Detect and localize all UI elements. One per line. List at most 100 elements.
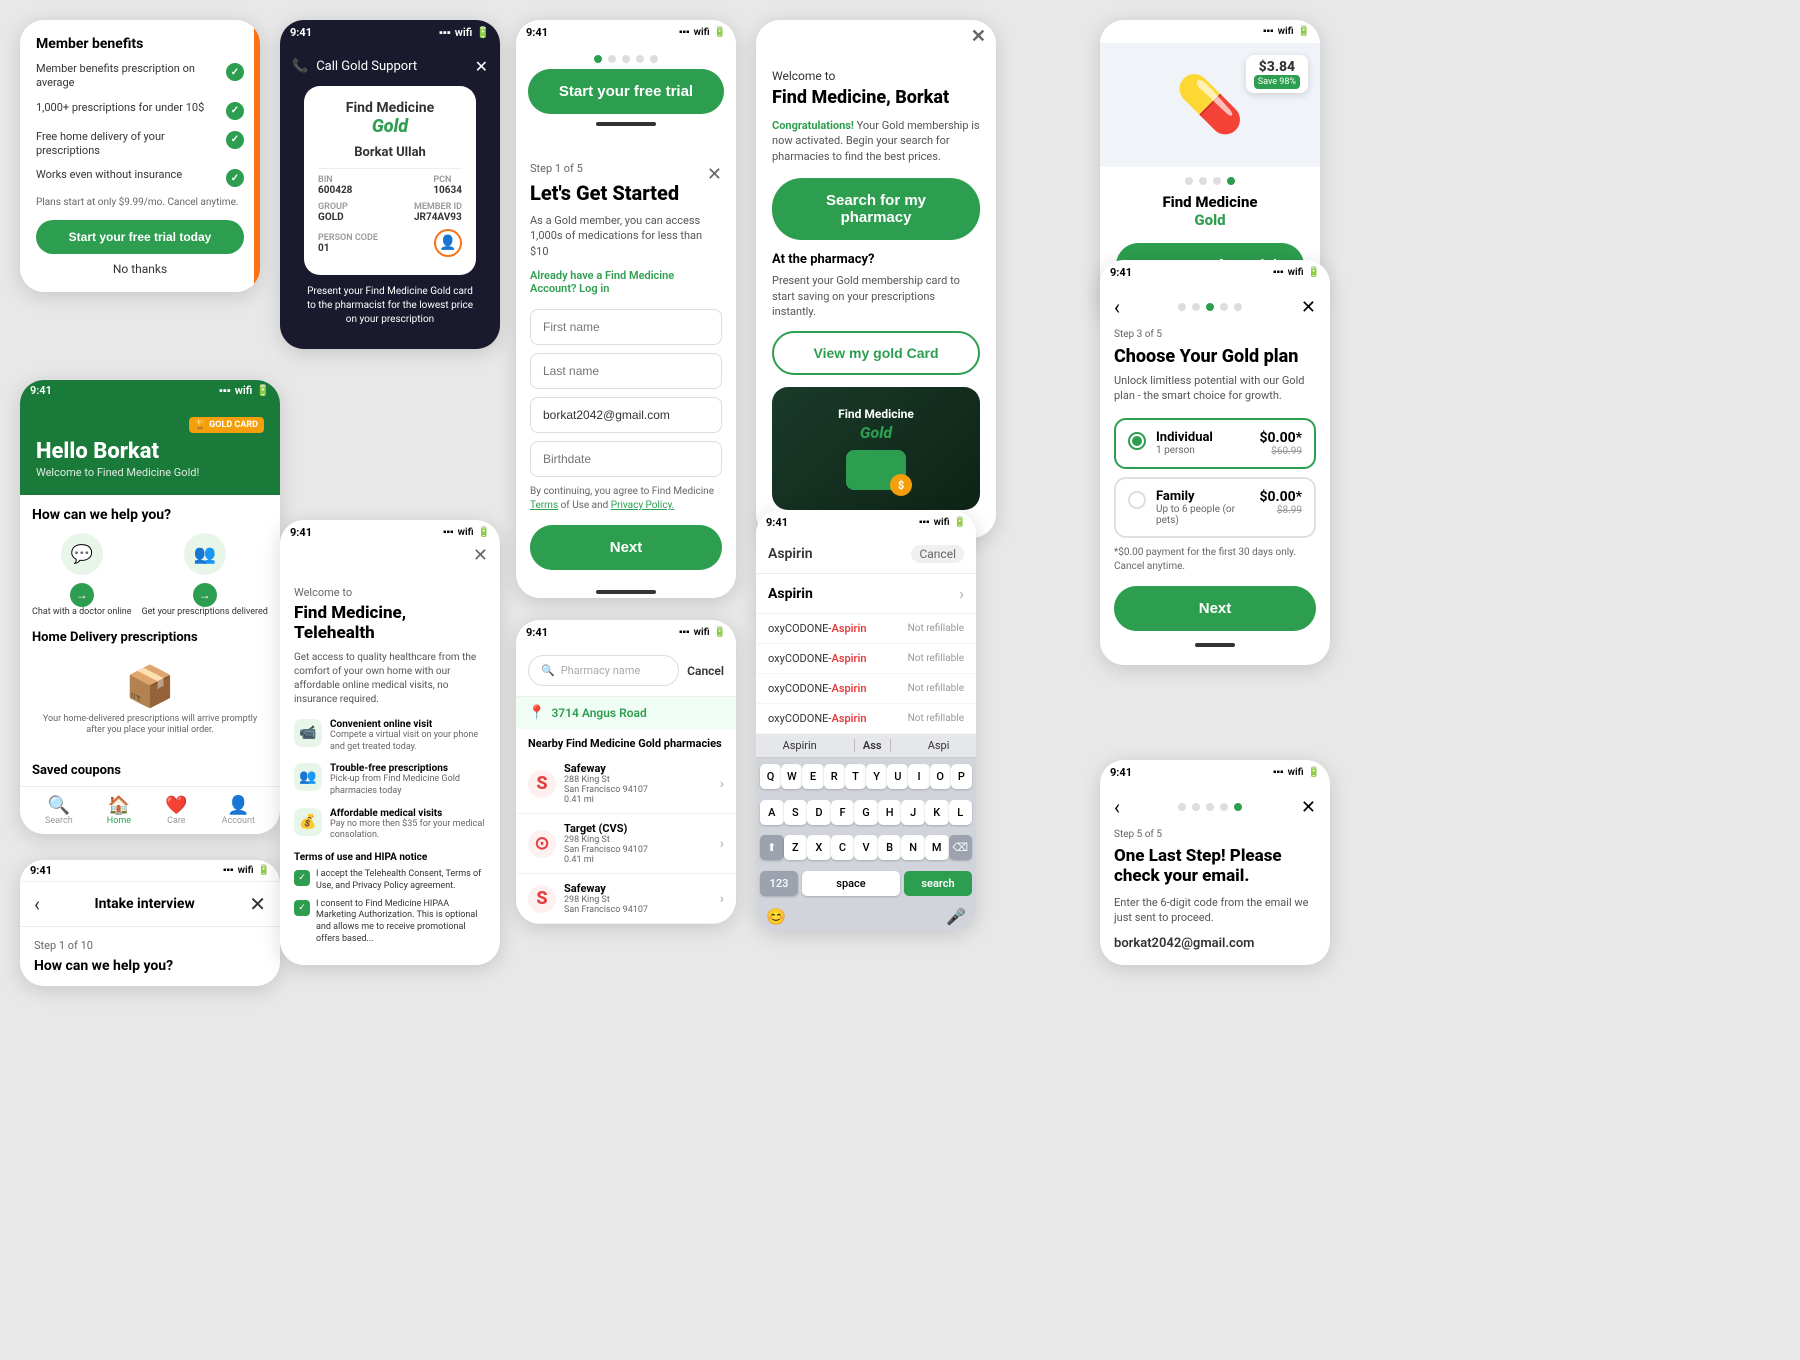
- next-button-plan[interactable]: Next: [1114, 586, 1316, 631]
- key-l[interactable]: L: [949, 800, 973, 825]
- emoji-button[interactable]: 😊: [766, 907, 786, 926]
- key-w[interactable]: W: [781, 764, 802, 789]
- ev-body: Step 5 of 5 One Last Step! Please check …: [1100, 829, 1330, 965]
- no-thanks-button[interactable]: No thanks: [36, 262, 244, 276]
- close-button-gs[interactable]: ✕: [707, 164, 722, 185]
- key-123[interactable]: 123: [760, 871, 798, 896]
- location-pin-icon: 📍: [528, 705, 545, 721]
- nav-account[interactable]: 👤 Account: [222, 795, 255, 826]
- key-g[interactable]: G: [854, 800, 878, 825]
- safeway-logo-1: S: [528, 770, 556, 798]
- last-name-input[interactable]: [530, 353, 722, 389]
- nav-home[interactable]: 🏠 Home: [107, 795, 131, 826]
- key-space[interactable]: space: [802, 871, 900, 896]
- key-i[interactable]: I: [908, 764, 929, 789]
- home-bar-top: [596, 122, 656, 126]
- start-trial-today-button[interactable]: Start your free trial today: [36, 220, 244, 254]
- key-h[interactable]: H: [878, 800, 902, 825]
- fm-member-name: Borkat Ullah: [318, 145, 462, 160]
- checkbox-consent[interactable]: ✓ I accept the Telehealth Consent, Terms…: [294, 869, 486, 892]
- key-p[interactable]: P: [951, 764, 972, 789]
- plan-close-button[interactable]: ✕: [1301, 297, 1316, 318]
- get-started-title: Let's Get Started: [530, 181, 722, 205]
- checkbox-hipaa[interactable]: ✓ I consent to Find Medicine HIPAA Marke…: [294, 899, 486, 946]
- key-u[interactable]: U: [887, 764, 908, 789]
- start-trial-button-top[interactable]: Start your free trial: [528, 69, 724, 114]
- key-c[interactable]: C: [831, 835, 855, 860]
- delivery-arrow[interactable]: →: [193, 583, 217, 607]
- log-in-link[interactable]: Log in: [579, 282, 609, 295]
- key-k[interactable]: K: [925, 800, 949, 825]
- aspirin-cancel-button[interactable]: Cancel: [911, 545, 964, 563]
- key-e[interactable]: E: [802, 764, 823, 789]
- key-f[interactable]: F: [831, 800, 855, 825]
- nav-care[interactable]: ❤️ Care: [165, 795, 187, 826]
- privacy-link[interactable]: Privacy Policy.: [611, 500, 675, 511]
- key-r[interactable]: R: [824, 764, 845, 789]
- view-gold-card-button[interactable]: View my gold Card: [772, 331, 980, 375]
- pharmacy-item-1[interactable]: S Safeway 288 King St San Francisco 9410…: [516, 754, 736, 814]
- key-o[interactable]: O: [930, 764, 951, 789]
- key-q[interactable]: Q: [760, 764, 781, 789]
- key-x[interactable]: X: [807, 835, 831, 860]
- key-n[interactable]: N: [901, 835, 925, 860]
- email-input[interactable]: [530, 397, 722, 433]
- at-pharmacy-title: At the pharmacy?: [772, 252, 980, 267]
- wifi-icon: wifi: [235, 384, 253, 397]
- delivery-icon: 👥: [184, 533, 226, 575]
- intake-back-button[interactable]: ‹: [34, 892, 40, 916]
- ev-close-button[interactable]: ✕: [1301, 797, 1316, 818]
- close-support-button[interactable]: ✕: [475, 57, 488, 76]
- wb-welcome-text: Welcome to: [772, 69, 980, 83]
- key-m[interactable]: M: [925, 835, 949, 860]
- hello-borkat-card: 9:41 ▪▪▪ wifi 🔋 🏆 GOLD CARD Hello Borkat…: [20, 380, 280, 834]
- key-b[interactable]: B: [878, 835, 902, 860]
- close-welcome-button[interactable]: ✕: [971, 26, 986, 47]
- chat-arrow[interactable]: →: [70, 583, 94, 607]
- battery-icon: 🔋: [256, 384, 270, 397]
- help-item-delivery[interactable]: 👥 → Get your prescriptions delivered: [142, 533, 268, 618]
- plan-note: *$0.00 payment for the first 30 days onl…: [1114, 546, 1316, 574]
- telehealth-desc: Get access to quality healthcare from th…: [294, 651, 486, 707]
- search-pharmacy-button[interactable]: Search for my pharmacy: [772, 178, 980, 240]
- telehealth-close-button[interactable]: ✕: [473, 545, 488, 566]
- coupons-section: Saved coupons: [20, 755, 280, 786]
- nav-search[interactable]: 🔍 Search: [45, 795, 73, 826]
- family-plan-option[interactable]: Family Up to 6 people (or pets) $0.00* $…: [1114, 477, 1316, 538]
- key-search[interactable]: search: [904, 871, 972, 896]
- key-v[interactable]: V: [854, 835, 878, 860]
- key-backspace[interactable]: ⌫: [949, 835, 973, 860]
- aspirin-search-row: Aspirin Cancel: [756, 535, 976, 574]
- key-d[interactable]: D: [807, 800, 831, 825]
- key-t[interactable]: T: [845, 764, 866, 789]
- next-button-gs[interactable]: Next: [530, 525, 722, 570]
- key-a[interactable]: A: [760, 800, 784, 825]
- terms-link[interactable]: Terms: [530, 500, 558, 511]
- gold-card-header: 📞 Call Gold Support ✕ Find Medicine Gold…: [280, 45, 500, 349]
- ev-desc: Enter the 6-digit code from the email we…: [1114, 895, 1316, 926]
- pharmacy-search-input[interactable]: 🔍 Pharmacy name: [528, 655, 679, 686]
- telehealth-card: 9:41 ▪▪▪ wifi 🔋 ✕ Welcome to Find Medici…: [280, 520, 500, 965]
- key-shift[interactable]: ⬆: [760, 835, 784, 860]
- individual-plan-option[interactable]: Individual 1 person $0.00* $60.99: [1114, 418, 1316, 469]
- intake-interview-card: 9:41 ▪▪▪ wifi 🔋 ‹ Intake interview ✕ Ste…: [20, 860, 280, 986]
- key-j[interactable]: J: [901, 800, 925, 825]
- ev-back-button[interactable]: ‹: [1114, 795, 1120, 819]
- fm-gold-card: 9:41 ▪▪▪ wifi 🔋 📞 Call Gold Support ✕ Fi…: [280, 20, 500, 349]
- pharmacy-item-3[interactable]: S Safeway 298 King St San Francisco 9410…: [516, 874, 736, 924]
- key-y[interactable]: Y: [866, 764, 887, 789]
- pharmacy-cancel-button[interactable]: Cancel: [687, 664, 724, 678]
- fm-bin-row: BIN 600428 PCN 10634: [318, 175, 462, 196]
- battery-icon-intake: 🔋: [258, 865, 270, 876]
- intake-close-button[interactable]: ✕: [249, 892, 266, 916]
- pharmacy-item-2[interactable]: ⊙ Target (CVS) 298 King St San Francisco…: [516, 814, 736, 874]
- key-s[interactable]: S: [784, 800, 808, 825]
- first-name-input[interactable]: [530, 309, 722, 345]
- aspirin-main-result[interactable]: Aspirin ›: [756, 574, 976, 614]
- key-z[interactable]: Z: [784, 835, 808, 860]
- help-item-chat[interactable]: 💬 → Chat with a doctor online: [32, 533, 132, 618]
- status-time-ev: 9:41: [1110, 766, 1132, 779]
- aspirin-chevron: ›: [959, 584, 964, 603]
- birthdate-input[interactable]: [530, 441, 722, 477]
- mic-button[interactable]: 🎤: [946, 907, 966, 926]
